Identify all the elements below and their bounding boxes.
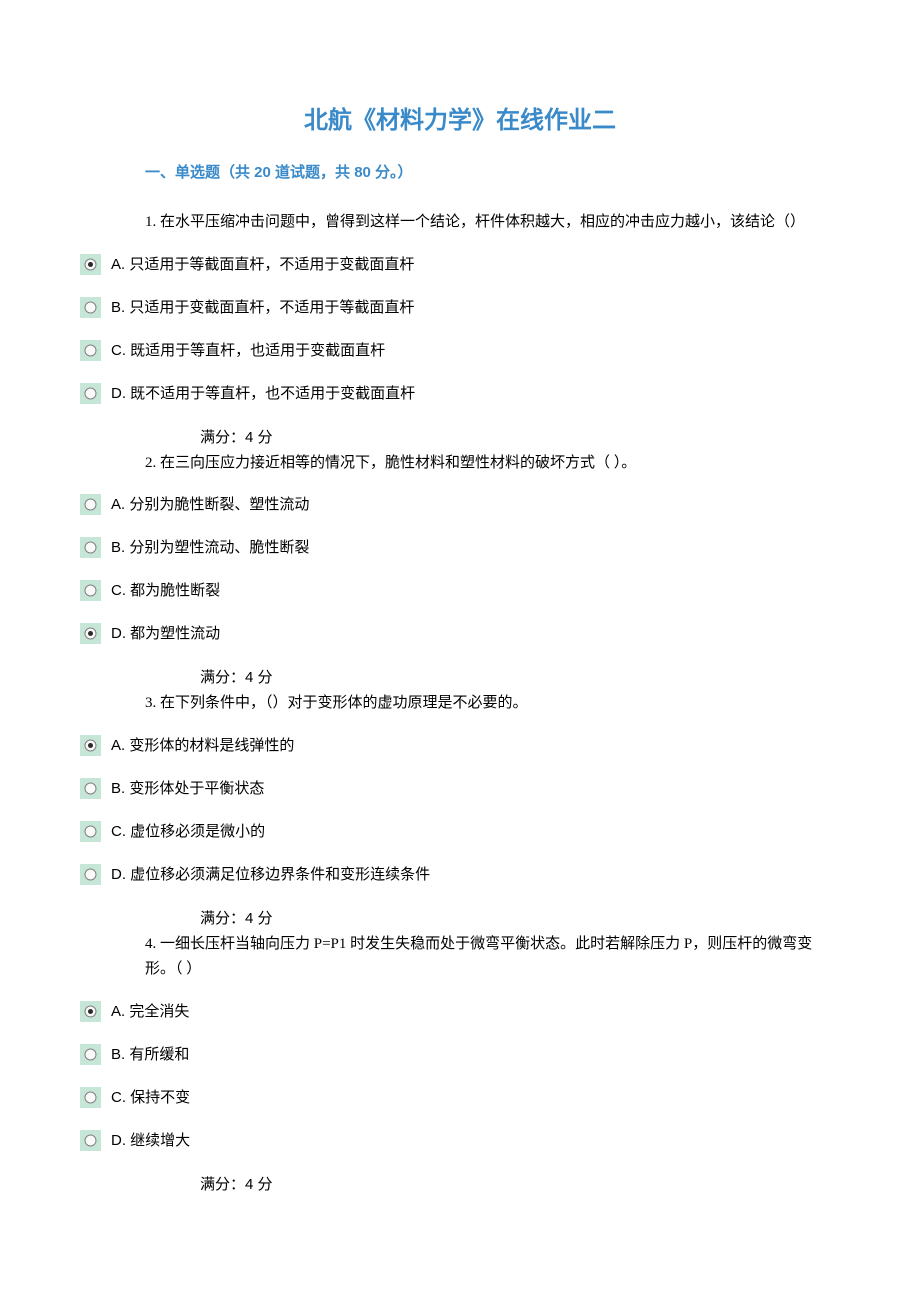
option-label: C. 保持不变	[107, 1087, 190, 1108]
option-label: C. 都为脆性断裂	[107, 580, 220, 601]
page-title: 北航《材料力学》在线作业二	[80, 100, 840, 135]
option-label: B. 分别为塑性流动、脆性断裂	[107, 537, 309, 558]
score-label: 满分：4 分	[200, 1173, 840, 1194]
option-row[interactable]: B. 有所缓和	[80, 1044, 840, 1065]
option-label: A. 只适用于等截面直杆，不适用于变截面直杆	[107, 254, 414, 275]
option-row[interactable]: D. 既不适用于等直杆，也不适用于变截面直杆	[80, 383, 840, 404]
option-row[interactable]: A. 分别为脆性断裂、塑性流动	[80, 494, 840, 515]
radio-unselected-icon[interactable]	[80, 1044, 101, 1065]
score-label: 满分：4 分	[200, 426, 840, 447]
option-label: B. 只适用于变截面直杆，不适用于等截面直杆	[107, 297, 414, 318]
option-label: C. 既适用于等直杆，也适用于变截面直杆	[107, 340, 385, 361]
radio-unselected-icon[interactable]	[80, 1087, 101, 1108]
option-row[interactable]: A. 只适用于等截面直杆，不适用于变截面直杆	[80, 254, 840, 275]
radio-selected-icon[interactable]	[80, 254, 101, 275]
option-label: D. 都为塑性流动	[107, 623, 220, 644]
option-row[interactable]: B. 分别为塑性流动、脆性断裂	[80, 537, 840, 558]
option-row[interactable]: C. 虚位移必须是微小的	[80, 821, 840, 842]
option-label: A. 完全消失	[107, 1001, 189, 1022]
section-header: 一、单选题（共 20 道试题，共 80 分。）	[145, 161, 840, 182]
radio-unselected-icon[interactable]	[80, 297, 101, 318]
option-row[interactable]: C. 保持不变	[80, 1087, 840, 1108]
radio-unselected-icon[interactable]	[80, 821, 101, 842]
radio-unselected-icon[interactable]	[80, 864, 101, 885]
option-row[interactable]: D. 都为塑性流动	[80, 623, 840, 644]
option-row[interactable]: B. 变形体处于平衡状态	[80, 778, 840, 799]
option-label: B. 有所缓和	[107, 1044, 189, 1065]
option-label: D. 虚位移必须满足位移边界条件和变形连续条件	[107, 864, 430, 885]
option-row[interactable]: B. 只适用于变截面直杆，不适用于等截面直杆	[80, 297, 840, 318]
radio-selected-icon[interactable]	[80, 735, 101, 756]
option-row[interactable]: A. 变形体的材料是线弹性的	[80, 735, 840, 756]
question-stem: 1. 在水平压缩冲击问题中，曾得到这样一个结论，杆件体积越大，相应的冲击应力越小…	[145, 210, 830, 236]
question-stem: 3. 在下列条件中，（）对于变形体的虚功原理是不必要的。	[145, 691, 830, 717]
option-row[interactable]: D. 继续增大	[80, 1130, 840, 1151]
option-label: D. 既不适用于等直杆，也不适用于变截面直杆	[107, 383, 415, 404]
radio-selected-icon[interactable]	[80, 623, 101, 644]
question-stem: 4. 一细长压杆当轴向压力 P=P1 时发生失稳而处于微弯平衡状态。此时若解除压…	[145, 932, 830, 983]
radio-unselected-icon[interactable]	[80, 1130, 101, 1151]
question-stem: 2. 在三向压应力接近相等的情况下，脆性材料和塑性材料的破坏方式（ ）。	[145, 451, 830, 477]
option-label: A. 分别为脆性断裂、塑性流动	[107, 494, 309, 515]
option-row[interactable]: C. 都为脆性断裂	[80, 580, 840, 601]
option-label: C. 虚位移必须是微小的	[107, 821, 265, 842]
radio-unselected-icon[interactable]	[80, 537, 101, 558]
radio-unselected-icon[interactable]	[80, 340, 101, 361]
score-label: 满分：4 分	[200, 907, 840, 928]
option-row[interactable]: D. 虚位移必须满足位移边界条件和变形连续条件	[80, 864, 840, 885]
radio-unselected-icon[interactable]	[80, 778, 101, 799]
radio-unselected-icon[interactable]	[80, 383, 101, 404]
option-row[interactable]: A. 完全消失	[80, 1001, 840, 1022]
score-label: 满分：4 分	[200, 666, 840, 687]
radio-unselected-icon[interactable]	[80, 580, 101, 601]
option-row[interactable]: C. 既适用于等直杆，也适用于变截面直杆	[80, 340, 840, 361]
option-label: B. 变形体处于平衡状态	[107, 778, 264, 799]
radio-selected-icon[interactable]	[80, 1001, 101, 1022]
option-label: A. 变形体的材料是线弹性的	[107, 735, 294, 756]
radio-unselected-icon[interactable]	[80, 494, 101, 515]
option-label: D. 继续增大	[107, 1130, 190, 1151]
